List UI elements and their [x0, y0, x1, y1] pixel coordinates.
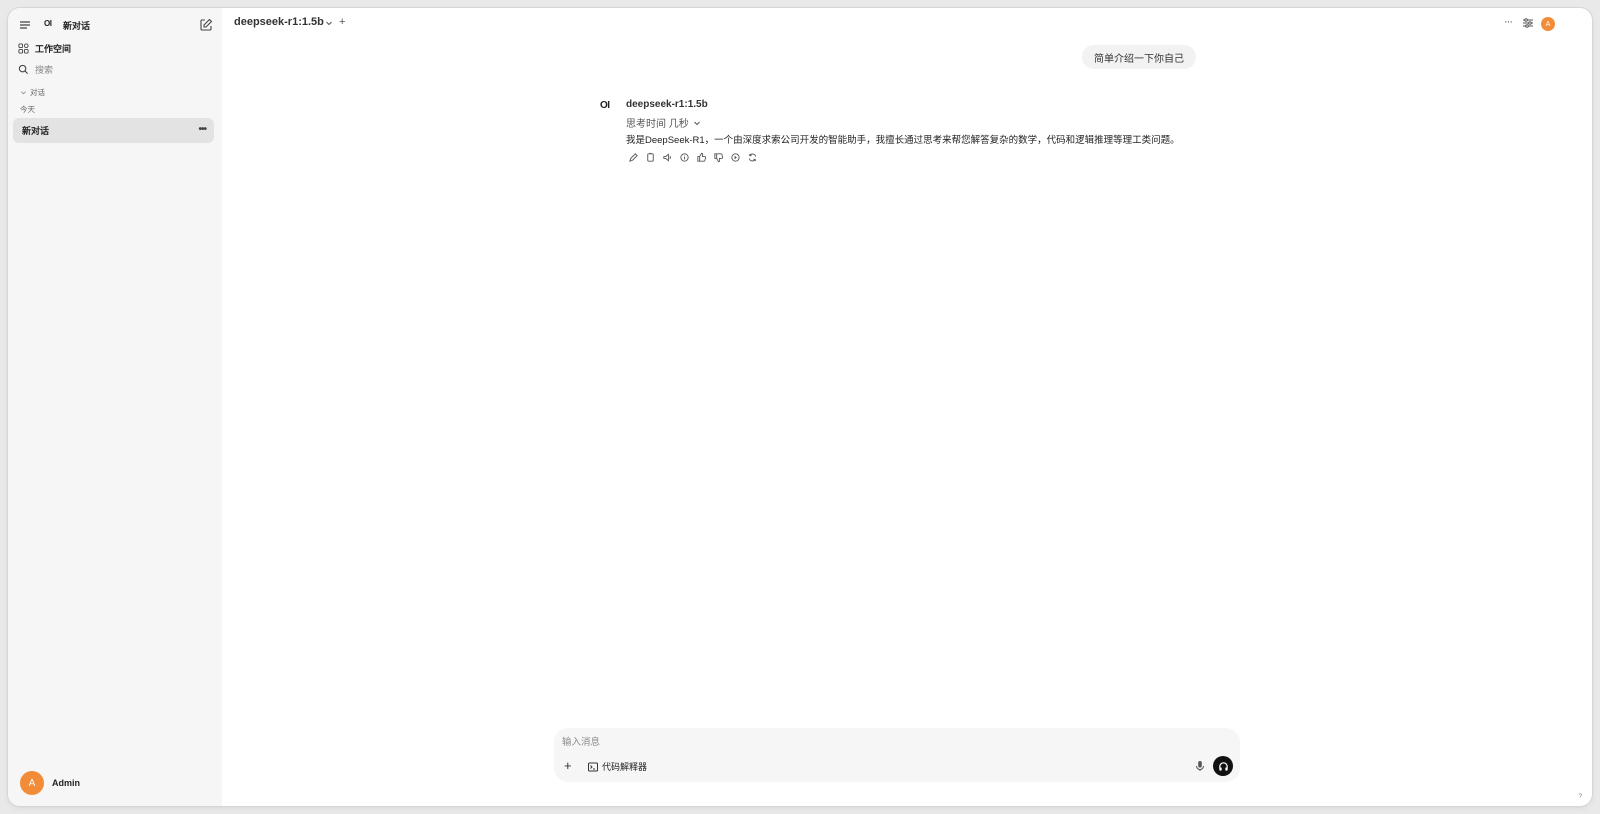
search-input[interactable]: 搜索	[35, 63, 53, 76]
new-chat-label[interactable]: 新对话	[63, 19, 90, 32]
sliders-icon[interactable]	[1522, 17, 1534, 29]
thumbs-down-icon[interactable]	[713, 150, 724, 163]
chevron-down-icon	[21, 91, 26, 95]
edit-icon[interactable]	[628, 150, 639, 162]
code-interpreter-button[interactable]: 代码解释器	[588, 760, 647, 773]
thinking-toggle[interactable]: 思考时间 几秒	[626, 115, 701, 130]
avatar: A	[20, 771, 44, 795]
workspace-link[interactable]: 工作空间	[18, 40, 71, 56]
search-row[interactable]: 搜索	[18, 61, 53, 77]
sidebar-header: OI 新对话	[8, 16, 222, 34]
copy-icon[interactable]	[645, 150, 656, 162]
user-name: Admin	[52, 778, 80, 788]
search-icon	[18, 64, 29, 74]
menu-icon[interactable]	[18, 18, 32, 32]
thinking-label: 思考时间 几秒	[626, 119, 689, 130]
new-chat-icon[interactable]	[199, 18, 213, 32]
regenerate-icon[interactable]	[747, 150, 758, 162]
chevron-down-icon	[693, 121, 700, 125]
chat-area: deepseek-r1:1.5b + ··· A 简单介绍一下你自己 OI de…	[222, 8, 1592, 806]
microphone-icon[interactable]	[1194, 760, 1206, 772]
app-logo: OI	[44, 19, 52, 28]
more-icon[interactable]: ···	[1504, 16, 1513, 28]
message-input[interactable]	[562, 734, 1162, 750]
grid-icon	[18, 42, 29, 54]
add-attachment-button[interactable]: +	[564, 758, 572, 773]
avatar[interactable]: A	[1541, 17, 1555, 31]
code-interpreter-label: 代码解释器	[602, 762, 648, 772]
section-label: 对话	[30, 88, 45, 97]
section-toggle[interactable]: 对话	[20, 87, 45, 98]
top-bar: deepseek-r1:1.5b + ··· A	[222, 8, 1592, 42]
composer: + 代码解释器	[554, 728, 1240, 782]
assistant-model-name: deepseek-r1:1.5b	[626, 99, 708, 110]
chevron-down-icon[interactable]	[325, 19, 333, 27]
thumbs-up-icon[interactable]	[696, 150, 707, 162]
assistant-message: 我是DeepSeek-R1，一个由深度求索公司开发的智能助手，我擅长通过思考来帮…	[626, 135, 1180, 146]
message-actions	[628, 150, 758, 163]
info-icon[interactable]	[679, 150, 690, 162]
voice-mode-button[interactable]	[1213, 756, 1233, 776]
more-icon[interactable]: •••	[198, 124, 206, 135]
add-model-button[interactable]: +	[339, 16, 345, 28]
app-window: OI 新对话 工作空间 搜索 对话 今天 新对话 ••• A Admin dee…	[8, 8, 1592, 806]
chat-item-title: 新对话	[22, 126, 50, 136]
group-today-label: 今天	[20, 105, 35, 114]
workspace-label: 工作空间	[35, 43, 72, 54]
sidebar-chat-item[interactable]: 新对话 •••	[13, 118, 214, 143]
help-button[interactable]: ?	[1579, 794, 1582, 800]
headphones-icon	[1218, 761, 1228, 771]
sidebar: OI 新对话 工作空间 搜索 对话 今天 新对话 ••• A Admin	[8, 8, 222, 806]
user-menu[interactable]: A Admin	[20, 771, 80, 795]
terminal-icon	[588, 762, 598, 771]
assistant-logo: OI	[600, 100, 610, 111]
user-message: 简单介绍一下你自己	[1082, 45, 1196, 69]
speaker-icon[interactable]	[662, 150, 673, 162]
model-selector[interactable]: deepseek-r1:1.5b	[234, 16, 324, 28]
continue-icon[interactable]	[730, 150, 741, 162]
